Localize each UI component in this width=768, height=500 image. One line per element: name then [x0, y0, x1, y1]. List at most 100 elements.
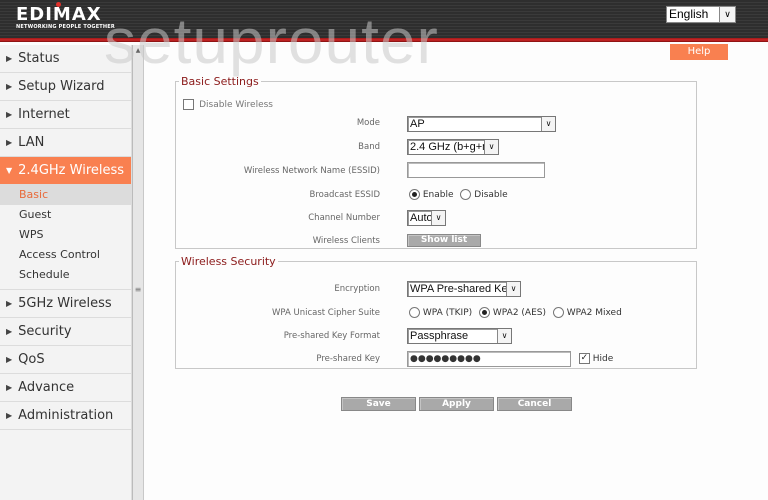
sidebar-subitem-wps[interactable]: WPS: [0, 225, 131, 245]
sidebar-subitem-guest[interactable]: Guest: [0, 205, 131, 225]
preshared-key-row: Pre-shared Key ●●●●●●●●● ✓ Hide: [176, 350, 696, 370]
encryption-label: Encryption: [334, 284, 380, 294]
mode-value: AP: [410, 118, 425, 130]
apply-button[interactable]: Apply: [419, 397, 494, 411]
wireless-security-section: Wireless Security Encryption WPA Pre-sha…: [175, 255, 697, 369]
hide-key-checkbox[interactable]: ✓: [578, 353, 590, 364]
sidebar-item-qos[interactable]: ▶ QoS: [0, 346, 131, 374]
channel-value: Auto: [410, 212, 433, 224]
sidebar-item-administration[interactable]: ▶ Administration: [0, 402, 131, 430]
band-row: Band 2.4 GHz (b+g+n) ∨: [176, 138, 696, 158]
triangle-right-icon: ▶: [6, 110, 13, 119]
sidebar-item-label: 5GHz Wireless: [18, 296, 112, 311]
basic-settings-legend: Basic Settings: [181, 75, 259, 88]
sidebar-item-lan[interactable]: ▶ LAN: [0, 129, 131, 157]
chevron-down-icon: ∨: [484, 140, 498, 154]
sidebar-item-advance[interactable]: ▶ Advance: [0, 374, 131, 402]
essid-input[interactable]: [407, 162, 545, 178]
scroll-up-arrow-icon[interactable]: ▲: [133, 47, 143, 54]
broadcast-disable-label: Disable: [474, 189, 508, 200]
chevron-down-icon: ∨: [431, 211, 445, 225]
hide-key-label: Hide: [592, 353, 614, 364]
sidebar-item-label: Security: [18, 324, 72, 339]
essid-row: Wireless Network Name (ESSID): [176, 162, 696, 182]
save-button[interactable]: Save: [341, 397, 416, 411]
chevron-down-icon: ∨: [497, 329, 511, 343]
key-format-row: Pre-shared Key Format Passphrase ∨: [176, 327, 696, 347]
band-select[interactable]: 2.4 GHz (b+g+n) ∨: [407, 139, 499, 155]
sidebar-scrollbar[interactable]: ▲ ≡: [132, 45, 144, 500]
header-bar: [0, 0, 768, 38]
sidebar-item-label: Administration: [18, 408, 114, 423]
sidebar-item-label: Advance: [18, 380, 75, 395]
band-value: 2.4 GHz (b+g+n): [410, 141, 492, 153]
triangle-right-icon: ▶: [6, 82, 13, 91]
triangle-right-icon: ▶: [6, 355, 13, 364]
cipher-suite-row: WPA Unicast Cipher Suite WPA (TKIP) WPA2…: [176, 304, 696, 324]
triangle-right-icon: ▶: [6, 54, 13, 63]
logo-dot: [56, 2, 61, 7]
sidebar-item-security[interactable]: ▶ Security: [0, 318, 131, 346]
edimax-logo: EDIMAX NETWORKING PEOPLE TOGETHER: [16, 2, 115, 30]
disable-wireless-checkbox[interactable]: [183, 99, 194, 110]
sidebar-item-setup-wizard[interactable]: ▶ Setup Wizard: [0, 73, 131, 101]
band-label: Band: [358, 142, 380, 152]
language-value: English: [669, 7, 709, 21]
sidebar-item-label: QoS: [18, 352, 45, 367]
wireless-clients-row: Wireless Clients Show list: [176, 232, 696, 252]
sidebar-subitem-basic[interactable]: Basic: [0, 185, 131, 205]
sidebar-item-internet[interactable]: ▶ Internet: [0, 101, 131, 129]
triangle-down-icon: ▼: [6, 166, 13, 175]
mode-label: Mode: [356, 118, 380, 128]
mode-select[interactable]: AP ∨: [407, 116, 556, 132]
scroll-grip-icon[interactable]: ≡: [134, 285, 142, 294]
chevron-down-icon: ∨: [719, 7, 735, 22]
broadcast-essid-label: Broadcast ESSID: [309, 190, 380, 200]
wireless-clients-label: Wireless Clients: [312, 236, 380, 246]
cipher-wpa2-mixed-label: WPA2 Mixed: [566, 307, 622, 318]
triangle-right-icon: ▶: [6, 327, 13, 336]
cancel-button[interactable]: Cancel: [497, 397, 572, 411]
chevron-down-icon: ∨: [506, 282, 520, 296]
broadcast-enable-label: Enable: [422, 189, 454, 200]
chevron-down-icon: ∨: [541, 117, 555, 131]
broadcast-enable-radio[interactable]: [409, 189, 420, 200]
language-select[interactable]: English ∨: [666, 6, 736, 23]
sidebar-item-label: 2.4GHz Wireless: [18, 163, 125, 178]
channel-select[interactable]: Auto ∨: [407, 210, 446, 226]
broadcast-essid-row: Broadcast ESSID Enable Disable: [176, 186, 696, 206]
sidebar-item-label: LAN: [18, 135, 45, 150]
essid-label: Wireless Network Name (ESSID): [243, 166, 380, 176]
sidebar-item-status[interactable]: ▶ Status: [0, 45, 131, 73]
preshared-key-input[interactable]: ●●●●●●●●●: [407, 351, 571, 367]
broadcast-disable-radio[interactable]: [460, 189, 472, 200]
sidebar-submenu: Basic Guest WPS Access Control Schedule: [0, 185, 131, 290]
header-divider: [0, 38, 768, 42]
cipher-wpa2-aes-label: WPA2 (AES): [492, 307, 546, 318]
key-format-select[interactable]: Passphrase ∨: [407, 328, 512, 344]
key-format-value: Passphrase: [410, 330, 469, 342]
encryption-row: Encryption WPA Pre-shared Key ∨: [176, 280, 696, 300]
sidebar: ▶ Status ▶ Setup Wizard ▶ Internet ▶ LAN ▼ 2.…: [0, 45, 132, 500]
triangle-right-icon: ▶: [6, 411, 13, 420]
cipher-wpa2-aes-radio[interactable]: [479, 307, 491, 318]
basic-settings-section: Basic Settings Disable Wireless Mode AP ∨…: [175, 75, 697, 249]
sidebar-item-label: Internet: [18, 107, 70, 122]
cipher-wpa2-mixed-radio[interactable]: [552, 307, 564, 318]
sidebar-item-5ghz-wireless[interactable]: ▶ 5GHz Wireless: [0, 290, 131, 318]
sidebar-subitem-access-control[interactable]: Access Control: [0, 245, 131, 265]
triangle-right-icon: ▶: [6, 383, 13, 392]
wireless-security-legend: Wireless Security: [181, 255, 276, 268]
triangle-right-icon: ▶: [6, 299, 13, 308]
sidebar-subitem-schedule[interactable]: Schedule: [0, 265, 131, 285]
sidebar-item-label: Status: [18, 51, 60, 66]
sidebar-item-24ghz-wireless[interactable]: ▼ 2.4GHz Wireless: [0, 157, 131, 185]
show-list-button[interactable]: Show list: [407, 234, 481, 247]
encryption-select[interactable]: WPA Pre-shared Key ∨: [407, 281, 521, 297]
help-button[interactable]: Help: [670, 44, 728, 60]
cipher-wpa-tkip-radio[interactable]: [409, 307, 420, 318]
cipher-suite-label: WPA Unicast Cipher Suite: [271, 308, 380, 318]
cipher-wpa-tkip-label: WPA (TKIP): [422, 307, 473, 318]
key-format-label: Pre-shared Key Format: [283, 331, 380, 341]
sidebar-item-label: Setup Wizard: [18, 79, 105, 94]
